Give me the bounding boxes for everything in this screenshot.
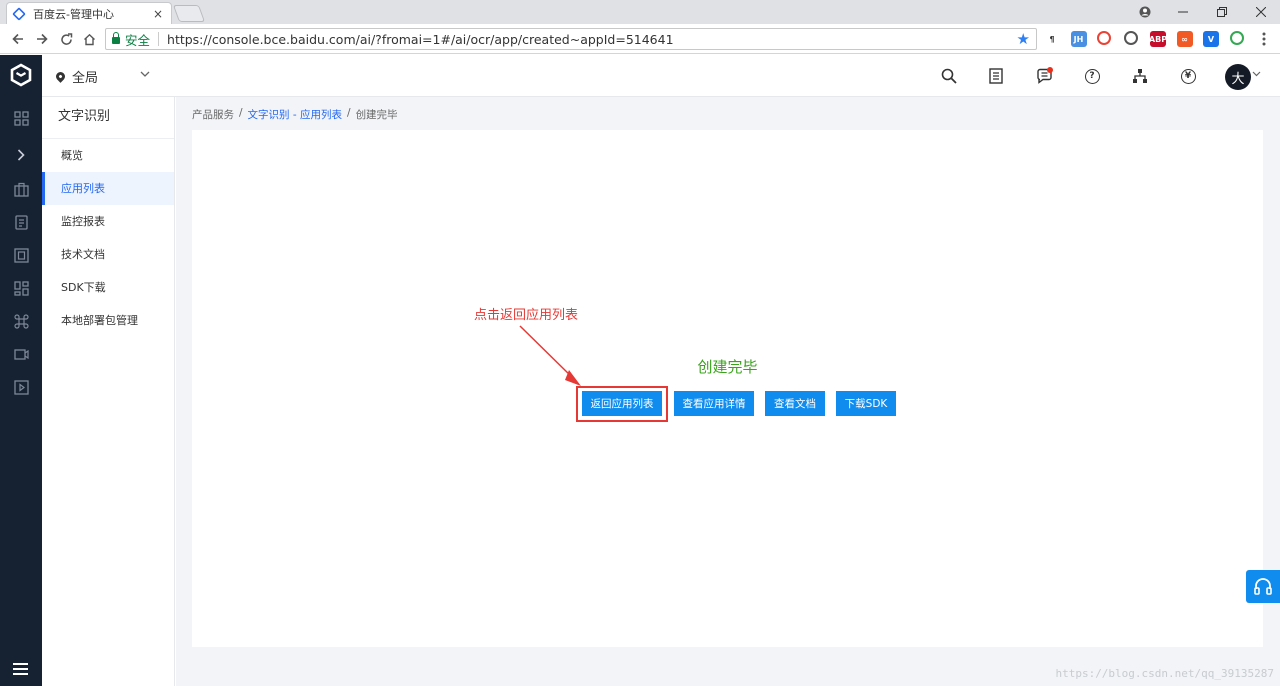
- globe-icon[interactable]: [1229, 31, 1244, 45]
- notification-dot: [1047, 67, 1053, 73]
- avatar[interactable]: 大: [1225, 64, 1251, 90]
- customer-support-button[interactable]: [1246, 570, 1280, 603]
- subnav-item-1[interactable]: 应用列表: [42, 172, 174, 205]
- result-card: 点击返回应用列表 创建完毕 返回应用列表 查看应用详情 查看文档 下载SDK: [192, 130, 1263, 647]
- v-icon[interactable]: V: [1203, 31, 1219, 47]
- browser-tab-strip: 百度云-管理中心 ×: [0, 0, 1280, 24]
- status-title: 创建完毕: [697, 358, 758, 376]
- tab-close-icon[interactable]: ×: [151, 7, 165, 21]
- help-icon[interactable]: ?: [1082, 66, 1102, 86]
- subnav-item-0[interactable]: 概览: [42, 139, 174, 172]
- bookmark-star-icon[interactable]: ★: [1017, 30, 1030, 48]
- yuan-currency-icon[interactable]: ¥: [1178, 66, 1198, 86]
- abp-icon[interactable]: ABP: [1149, 31, 1167, 47]
- avatar-chevron-down-icon[interactable]: [1252, 69, 1261, 80]
- new-tab-button[interactable]: [172, 5, 206, 22]
- lock-icon: [112, 32, 120, 44]
- breadcrumb: 产品服务 / 文字识别 - 应用列表 / 创建完毕: [192, 107, 398, 122]
- close-window-icon[interactable]: [1242, 0, 1280, 24]
- secure-label: 安全: [125, 32, 151, 48]
- jh-icon[interactable]: JH: [1070, 31, 1087, 47]
- product-nav-list: 概览 应用列表 监控报表 技术文档 SDK下载 本地部署包管理: [42, 139, 174, 337]
- annotation-text: 点击返回应用列表: [474, 308, 579, 323]
- billing-list-icon[interactable]: [986, 66, 1006, 86]
- breadcrumb-root: 产品服务: [192, 109, 234, 121]
- subnav-item-4[interactable]: SDK下载: [42, 271, 174, 304]
- address-bar[interactable]: 安全 https://console.bce.baidu.com/ai/?fro…: [105, 28, 1037, 50]
- search-icon[interactable]: [939, 66, 959, 86]
- left-rail: [0, 55, 42, 686]
- product-title: 文字识别: [42, 97, 174, 139]
- breadcrumb-separator: /: [239, 107, 243, 119]
- database-icon[interactable]: [12, 247, 30, 263]
- region-label: 全局: [72, 71, 99, 86]
- tab-title: 百度云-管理中心: [33, 7, 114, 21]
- watermark: https://blog.csdn.net/qq_39135287: [1055, 667, 1274, 680]
- download-sdk-button[interactable]: 下载SDK: [836, 391, 896, 416]
- subnav-item-5[interactable]: 本地部署包管理: [42, 304, 174, 337]
- command-icon[interactable]: [12, 313, 30, 329]
- briefcase-icon[interactable]: [12, 181, 30, 197]
- colorful-icon[interactable]: [1097, 31, 1111, 45]
- headset-icon: [1254, 578, 1272, 595]
- main-content: 产品服务 / 文字识别 - 应用列表 / 创建完毕 点击返回应用列表 创建完毕 …: [176, 97, 1280, 686]
- location-pin-icon: [54, 70, 67, 83]
- org-structure-icon[interactable]: [1130, 66, 1150, 86]
- back-arrow-icon[interactable]: [8, 29, 28, 49]
- browser-tab[interactable]: 百度云-管理中心 ×: [6, 2, 172, 24]
- baidu-cloud-logo-icon[interactable]: [9, 63, 33, 87]
- infinity-icon[interactable]: ∞: [1176, 31, 1193, 47]
- menu-icon[interactable]: [13, 663, 28, 675]
- apps-icon[interactable]: [12, 280, 30, 296]
- address-separator: [158, 32, 160, 46]
- top-header: 全局 ? ¥ 大: [42, 55, 1280, 97]
- forward-arrow-icon[interactable]: [32, 29, 52, 49]
- dashboard-icon[interactable]: [12, 110, 30, 126]
- breadcrumb-link-app-list[interactable]: 文字识别 - 应用列表: [248, 107, 342, 122]
- browser-toolbar: 安全 https://console.bce.baidu.com/ai/?fro…: [0, 24, 1280, 54]
- play-icon[interactable]: [12, 379, 30, 395]
- breadcrumb-current: 创建完毕: [355, 109, 398, 121]
- document-icon[interactable]: [12, 214, 30, 230]
- reload-icon[interactable]: [56, 29, 76, 49]
- grid-icon[interactable]: [1123, 31, 1138, 45]
- expand-chevron-icon[interactable]: [12, 147, 30, 163]
- region-selector[interactable]: 全局: [54, 67, 99, 86]
- subnav-item-2[interactable]: 监控报表: [42, 205, 174, 238]
- chevron-down-icon[interactable]: [140, 67, 150, 81]
- browser-menu-icon[interactable]: [1254, 29, 1274, 49]
- paragraph-icon[interactable]: ¶: [1044, 31, 1060, 47]
- home-icon[interactable]: [79, 29, 99, 49]
- video-camera-icon[interactable]: [12, 346, 30, 362]
- view-docs-button[interactable]: 查看文档: [765, 391, 825, 416]
- url-text[interactable]: https://console.bce.baidu.com/ai/?fromai…: [167, 32, 674, 47]
- subnav-item-3[interactable]: 技术文档: [42, 238, 174, 271]
- back-to-app-list-button[interactable]: 返回应用列表: [582, 391, 662, 416]
- view-app-details-button[interactable]: 查看应用详情: [674, 391, 754, 416]
- breadcrumb-separator: /: [347, 107, 351, 119]
- message-icon[interactable]: [1034, 66, 1054, 86]
- restore-icon[interactable]: [1203, 0, 1241, 24]
- profile-icon[interactable]: [1126, 0, 1164, 24]
- minimize-icon[interactable]: [1164, 0, 1202, 24]
- product-sidebar: 文字识别 概览 应用列表 监控报表 技术文档 SDK下载 本地部署包管理: [42, 97, 175, 686]
- baidu-cloud-favicon-icon: [12, 6, 26, 21]
